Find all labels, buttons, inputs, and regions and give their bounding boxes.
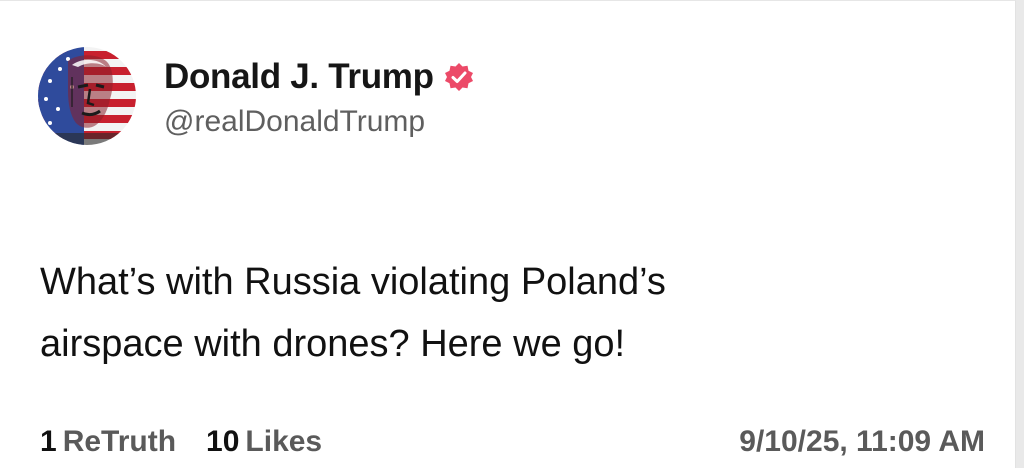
likes-stat[interactable]: 10 Likes (206, 425, 322, 459)
post-text: What’s with Russia violating Poland’s ai… (40, 251, 940, 375)
verified-badge-icon (444, 62, 474, 92)
post-timestamp: 9/10/25, 11:09 AM (739, 425, 985, 458)
post-text-line: airspace with drones? Here we go! (40, 323, 626, 365)
flag-portrait-avatar-icon (38, 47, 136, 145)
likes-label: Likes (245, 425, 323, 458)
post-stats: 1 ReTruth 10 Likes (40, 425, 352, 459)
retruths-label: ReTruth (62, 425, 177, 458)
retruths-stat[interactable]: 1 ReTruth (40, 425, 176, 459)
user-handle[interactable]: @realDonaldTrump (164, 105, 425, 139)
post-text-line: What’s with Russia violating Poland’s (40, 261, 666, 303)
retruths-count: 1 (40, 425, 57, 458)
name-row: Donald J. Trump (164, 55, 474, 99)
post-card: Donald J. Trump @realDonaldTrump What’s … (0, 0, 1016, 468)
likes-count: 10 (206, 425, 240, 458)
avatar[interactable] (38, 47, 136, 145)
display-name[interactable]: Donald J. Trump (164, 57, 434, 97)
